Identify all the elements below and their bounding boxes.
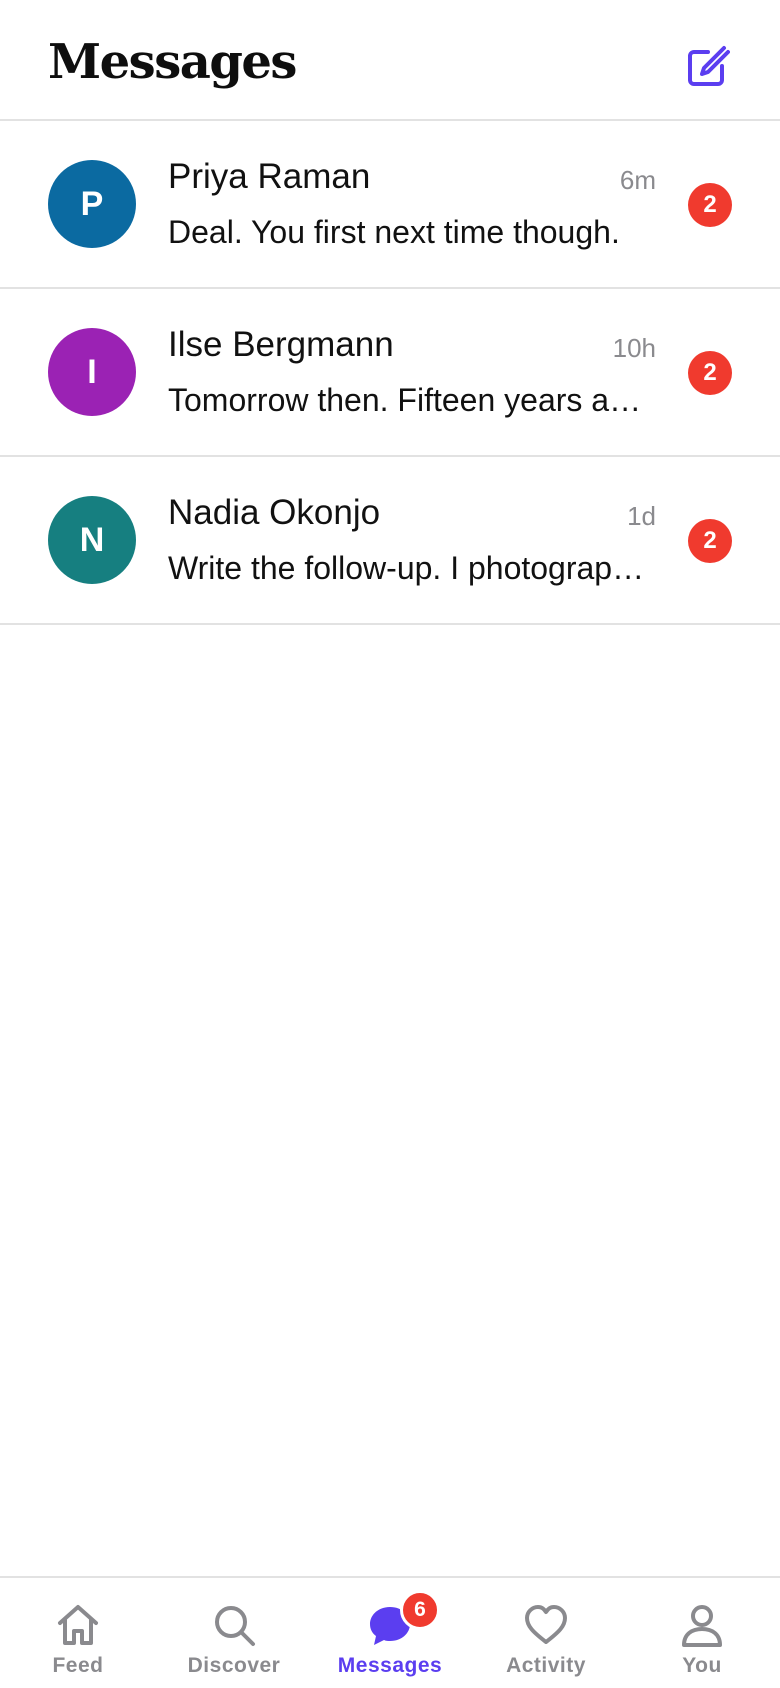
avatar-initial: P xyxy=(80,184,104,223)
compose-icon xyxy=(688,46,730,86)
contact-name: Priya Raman xyxy=(168,157,371,196)
person-icon xyxy=(677,1600,727,1650)
contact-name: Nadia Okonjo xyxy=(168,493,381,532)
tab-label: Discover xyxy=(187,1654,281,1677)
contact-name: Ilse Bergmann xyxy=(168,325,394,364)
conversation-row[interactable]: I Ilse Bergmann 10h Tomorrow then. Fifte… xyxy=(0,289,780,457)
avatar-initial: N xyxy=(79,520,105,559)
tab-messages[interactable]: 6 Messages xyxy=(312,1578,468,1688)
message-time: 1d xyxy=(627,501,656,531)
tab-label: Feed xyxy=(52,1654,104,1677)
tab-activity[interactable]: Activity xyxy=(468,1578,624,1688)
avatar: N xyxy=(48,496,136,584)
tab-bar: Feed Discover 6 Messages Activity You xyxy=(0,1576,780,1688)
message-preview: Deal. You first next time though. xyxy=(168,214,620,250)
tab-you[interactable]: You xyxy=(624,1578,780,1688)
tab-label: You xyxy=(682,1654,722,1677)
avatar: I xyxy=(48,328,136,416)
tab-feed[interactable]: Feed xyxy=(0,1578,156,1688)
header: Messages xyxy=(0,0,780,121)
conversation-row[interactable]: P Priya Raman 6m Deal. You first next ti… xyxy=(0,121,780,289)
unread-badge: 2 xyxy=(688,519,732,563)
message-time: 6m xyxy=(619,165,656,195)
home-icon xyxy=(53,1600,103,1650)
unread-badge: 2 xyxy=(688,183,732,227)
search-icon xyxy=(209,1600,259,1650)
message-preview: Tomorrow then. Fifteen years ago we stoo… xyxy=(168,382,656,418)
unread-badge: 2 xyxy=(688,351,732,395)
tab-label: Messages xyxy=(337,1654,443,1677)
compose-button[interactable] xyxy=(680,40,734,94)
tab-label: Activity xyxy=(506,1654,586,1677)
message-preview: Write the follow-up. I photographed ever… xyxy=(168,550,656,586)
message-time: 10h xyxy=(612,333,656,363)
heart-icon xyxy=(521,1600,571,1650)
conversation-row[interactable]: N Nadia Okonjo 1d Write the follow-up. I… xyxy=(0,457,780,625)
avatar-initial: I xyxy=(87,352,97,391)
tab-discover[interactable]: Discover xyxy=(156,1578,312,1688)
page-title: Messages xyxy=(48,34,297,90)
messages-badge: 6 xyxy=(400,1590,440,1630)
conversation-list: P Priya Raman 6m Deal. You first next ti… xyxy=(0,121,780,625)
avatar: P xyxy=(48,160,136,248)
